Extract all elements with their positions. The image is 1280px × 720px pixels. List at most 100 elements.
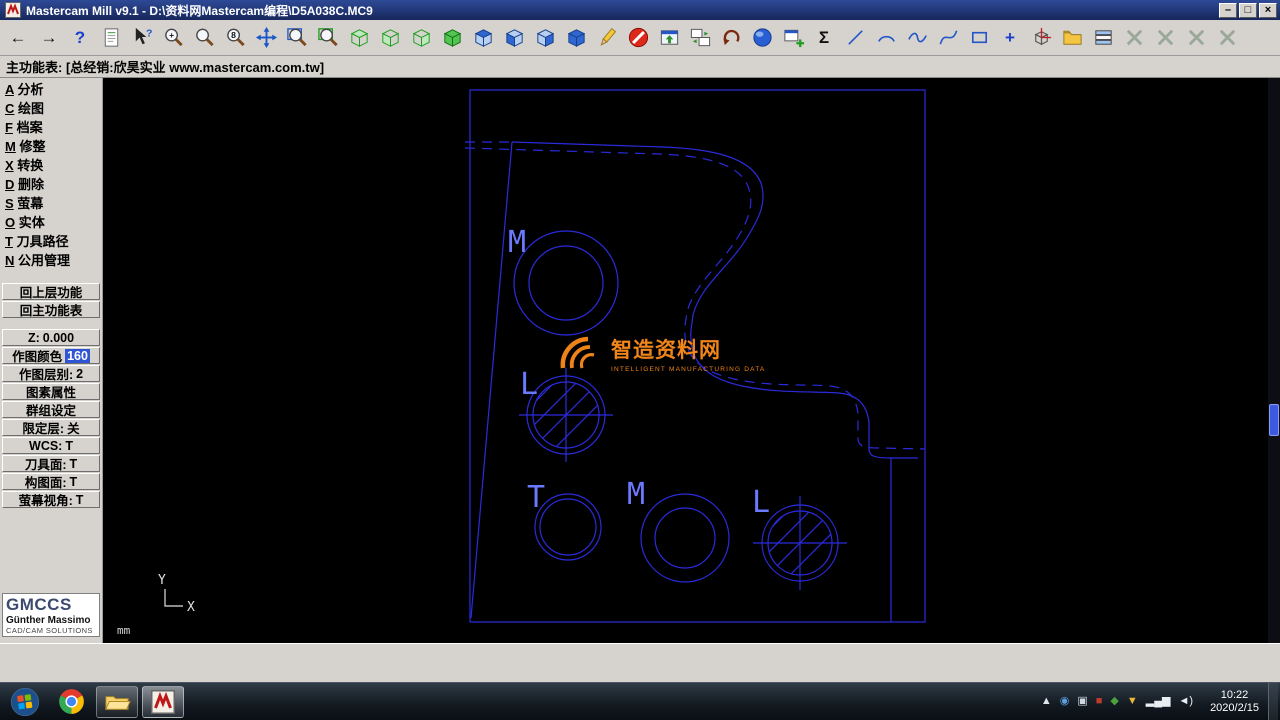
view-cube-icon[interactable]	[1026, 23, 1056, 52]
draw-color-button[interactable]: 作图颜色160	[2, 347, 100, 364]
limit-level-button[interactable]: 限定层:关	[2, 419, 100, 436]
forward-icon[interactable]: →	[34, 23, 64, 52]
rect-icon[interactable]	[964, 23, 994, 52]
canvas-scrollbar[interactable]	[1268, 78, 1280, 643]
attributes-button[interactable]: 图素属性	[2, 383, 100, 400]
xform-scale-icon[interactable]	[1181, 23, 1211, 52]
sidebar-nav-buttons: 回上层功能回主功能表	[0, 282, 102, 319]
xform-mirror-icon[interactable]	[1119, 23, 1149, 52]
tray-security-icon[interactable]: ◆	[1110, 696, 1118, 707]
part-left-edge	[471, 142, 512, 618]
axis-x-label: X	[187, 600, 195, 615]
cplane-side-icon[interactable]	[530, 23, 560, 52]
cplane-top-icon[interactable]	[468, 23, 498, 52]
menu-item-s[interactable]: S 萤幕	[0, 194, 102, 213]
pan-icon[interactable]	[251, 23, 281, 52]
hidden-icons-chevron[interactable]: ▲	[1041, 696, 1052, 707]
cplane-front-icon[interactable]	[499, 23, 529, 52]
shade-icon[interactable]	[747, 23, 777, 52]
tray-update-icon[interactable]: ▼	[1127, 696, 1138, 707]
zoom-window-icon[interactable]	[282, 23, 312, 52]
tray-app-icon-2[interactable]: ▣	[1077, 696, 1087, 707]
minimize-button[interactable]: –	[1219, 3, 1237, 18]
menu-item-x[interactable]: X 转换	[0, 156, 102, 175]
mastercam-app-icon	[5, 2, 21, 18]
notepad-icon[interactable]	[96, 23, 126, 52]
tray-volume-icon[interactable]: ◄)	[1179, 696, 1194, 707]
scrollbar-thumb[interactable]	[1269, 404, 1279, 436]
gmccs-logo-line1: Günther Massimo	[6, 615, 96, 626]
menu-item-f[interactable]: F 档案	[0, 118, 102, 137]
gview-iso-icon[interactable]	[437, 23, 467, 52]
group-button[interactable]: 群组设定	[2, 401, 100, 418]
zoom-out-icon[interactable]: 8	[220, 23, 250, 52]
levels-list-icon[interactable]	[1088, 23, 1118, 52]
chrome-taskbar-button[interactable]	[50, 686, 92, 718]
xform-translate-icon[interactable]	[1212, 23, 1242, 52]
fillet-icon[interactable]	[902, 23, 932, 52]
screen-blank-icon[interactable]	[654, 23, 684, 52]
menu-item-d[interactable]: D 删除	[0, 175, 102, 194]
point-icon[interactable]: +	[995, 23, 1025, 52]
gmccs-logo: GMCCS Günther Massimo CAD/CAM SOLUTIONS	[2, 593, 100, 637]
zoom-icon[interactable]	[189, 23, 219, 52]
wcs-button[interactable]: WCS:T	[2, 437, 100, 454]
new-window-icon[interactable]	[778, 23, 808, 52]
hole-label-m2: M	[627, 477, 645, 512]
cplane-iso-icon[interactable]	[561, 23, 591, 52]
main-area: A 分析C 绘图F 档案M 修整X 转换D 删除S 萤幕O 实体T 刀具路径N …	[0, 78, 1280, 643]
analyze-icon[interactable]: Σ	[809, 23, 839, 52]
gview-side-icon[interactable]	[406, 23, 436, 52]
tool-plane-button[interactable]: 刀具面:T	[2, 455, 100, 472]
drawing-canvas[interactable]: M L T M L Y X 智造资料网 INTELLIGENT	[103, 78, 1280, 643]
hole-label-t1: T	[527, 480, 545, 515]
hole-label-l1: L	[520, 367, 538, 402]
close-button[interactable]: ×	[1259, 3, 1277, 18]
maximize-button[interactable]: □	[1239, 3, 1257, 18]
start-button[interactable]	[4, 686, 46, 718]
sidebar-status-buttons: Z:0.000作图颜色160作图层别:2图素属性群组设定限定层:关WCS:T刀具…	[0, 328, 102, 509]
menu-item-o[interactable]: O 实体	[0, 213, 102, 232]
tray-app-icon-3[interactable]: ■	[1096, 696, 1103, 707]
mastercam-taskbar-icon	[151, 690, 175, 714]
zoom-in-icon[interactable]: +	[158, 23, 188, 52]
clock-date: 2020/2/15	[1210, 702, 1259, 715]
gview-button[interactable]: 萤幕视角:T	[2, 491, 100, 508]
menu-item-a[interactable]: A 分析	[0, 80, 102, 99]
main-toolbar: ←→??+8Σ+	[0, 20, 1280, 56]
delete-icon[interactable]	[623, 23, 653, 52]
menu-item-n[interactable]: N 公用管理	[0, 251, 102, 270]
repaint-icon[interactable]	[592, 23, 622, 52]
taskbar-clock[interactable]: 10:22 2020/2/15	[1201, 689, 1268, 715]
axis-y-label: Y	[158, 573, 166, 588]
line-icon[interactable]	[840, 23, 870, 52]
menu-item-t[interactable]: T 刀具路径	[0, 232, 102, 251]
show-desktop-button[interactable]	[1268, 683, 1278, 720]
arc-icon[interactable]	[871, 23, 901, 52]
gview-top-icon[interactable]	[344, 23, 374, 52]
cplane-button[interactable]: 构图面:T	[2, 473, 100, 490]
back-menu-button[interactable]: 回上层功能	[2, 283, 100, 300]
menu-item-m[interactable]: M 修整	[0, 137, 102, 156]
tray-network-icon[interactable]: ▂▄▆	[1146, 696, 1171, 707]
explorer-taskbar-button[interactable]	[96, 686, 138, 718]
back-icon[interactable]: ←	[3, 23, 33, 52]
draw-level-button[interactable]: 作图层别:2	[2, 365, 100, 382]
gview-front-icon[interactable]	[375, 23, 405, 52]
chrome-icon	[58, 688, 85, 715]
menu-item-c[interactable]: C 绘图	[0, 99, 102, 118]
spline-icon[interactable]	[933, 23, 963, 52]
screen-swap-icon[interactable]	[685, 23, 715, 52]
file-open-icon[interactable]	[1057, 23, 1087, 52]
dashed-chain	[465, 142, 925, 449]
folder-icon	[104, 690, 131, 713]
help-icon[interactable]: ?	[65, 23, 95, 52]
mastercam-taskbar-button[interactable]	[142, 686, 184, 718]
main-menu-button[interactable]: 回主功能表	[2, 301, 100, 318]
z-depth-button[interactable]: Z:0.000	[2, 329, 100, 346]
tray-app-icon-1[interactable]: ◉	[1060, 696, 1070, 707]
context-help-icon[interactable]: ?	[127, 23, 157, 52]
xform-rotate-icon[interactable]	[1150, 23, 1180, 52]
fit-screen-icon[interactable]	[313, 23, 343, 52]
undo-icon[interactable]	[716, 23, 746, 52]
